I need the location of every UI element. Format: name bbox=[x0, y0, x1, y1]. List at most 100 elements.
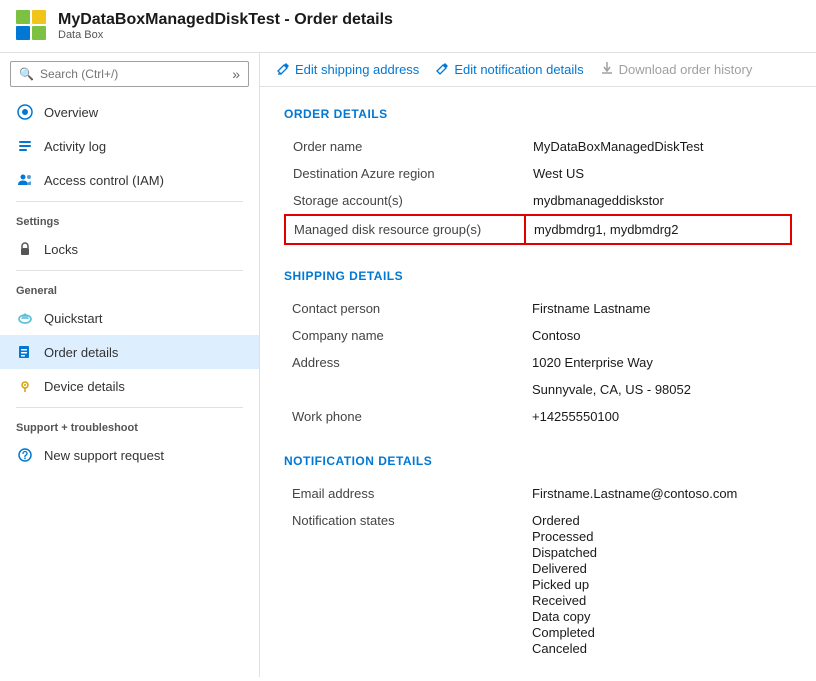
edit-notification-icon bbox=[435, 61, 449, 78]
app-icon bbox=[16, 10, 48, 42]
field-value: MyDataBoxManagedDiskTest bbox=[525, 133, 791, 160]
order-details-table: Order name MyDataBoxManagedDiskTest Dest… bbox=[284, 133, 792, 245]
sidebar-item-access-control[interactable]: Access control (IAM) bbox=[0, 163, 259, 197]
toolbar: Edit shipping address Edit notification … bbox=[260, 53, 816, 87]
order-details-icon bbox=[16, 343, 34, 361]
field-label: Managed disk resource group(s) bbox=[285, 215, 525, 244]
field-label: Company name bbox=[284, 322, 524, 349]
sidebar-item-label-access-control: Access control (IAM) bbox=[44, 173, 164, 188]
overview-icon bbox=[16, 103, 34, 121]
field-label: Address bbox=[284, 349, 524, 376]
sidebar-divider-2 bbox=[16, 270, 243, 271]
edit-notification-button[interactable]: Edit notification details bbox=[435, 61, 583, 78]
lock-icon bbox=[16, 240, 34, 258]
section-label-support: Support + troubleshoot bbox=[0, 412, 259, 438]
shipping-details-table: Contact person Firstname Lastname Compan… bbox=[284, 295, 792, 430]
edit-notification-label: Edit notification details bbox=[454, 62, 583, 77]
field-label: Destination Azure region bbox=[285, 160, 525, 187]
download-history-label: Download order history bbox=[619, 62, 753, 77]
notification-details-section-title: NOTIFICATION DETAILS bbox=[284, 454, 792, 468]
field-value: Contoso bbox=[524, 322, 792, 349]
header-title-block: MyDataBoxManagedDiskTest - Order details… bbox=[58, 11, 393, 41]
table-row: Notification states OrderedProcessedDisp… bbox=[284, 507, 792, 662]
section-label-settings: Settings bbox=[0, 206, 259, 232]
notification-state-item: Received bbox=[532, 593, 784, 608]
page-title: MyDataBoxManagedDiskTest - Order details bbox=[58, 11, 393, 29]
page-subtitle: Data Box bbox=[58, 29, 393, 41]
sidebar-item-overview[interactable]: Overview bbox=[0, 95, 259, 129]
field-label: Contact person bbox=[284, 295, 524, 322]
table-row: Contact person Firstname Lastname bbox=[284, 295, 792, 322]
field-label bbox=[284, 376, 524, 403]
field-value: OrderedProcessedDispatchedDeliveredPicke… bbox=[524, 507, 792, 662]
sidebar-item-label-device-details: Device details bbox=[44, 379, 125, 394]
table-row: Email address Firstname.Lastname@contoso… bbox=[284, 480, 792, 507]
collapse-icon[interactable]: » bbox=[232, 66, 240, 82]
edit-shipping-icon bbox=[276, 61, 290, 78]
highlighted-table-row: Managed disk resource group(s) mydbmdrg1… bbox=[285, 215, 791, 244]
field-value: Firstname Lastname bbox=[524, 295, 792, 322]
sidebar-divider-3 bbox=[16, 407, 243, 408]
notification-state-item: Canceled bbox=[532, 641, 784, 656]
quickstart-icon bbox=[16, 309, 34, 327]
notification-states-list: OrderedProcessedDispatchedDeliveredPicke… bbox=[532, 513, 784, 656]
section-label-general: General bbox=[0, 275, 259, 301]
search-icon: 🔍 bbox=[19, 67, 34, 81]
people-icon bbox=[16, 171, 34, 189]
sidebar-item-label-activity-log: Activity log bbox=[44, 139, 106, 154]
table-row: Sunnyvale, CA, US - 98052 bbox=[284, 376, 792, 403]
device-details-icon bbox=[16, 377, 34, 395]
field-label: Notification states bbox=[284, 507, 524, 662]
top-header: MyDataBoxManagedDiskTest - Order details… bbox=[0, 0, 816, 53]
field-value: West US bbox=[525, 160, 791, 187]
table-row: Address 1020 Enterprise Way bbox=[284, 349, 792, 376]
field-label: Work phone bbox=[284, 403, 524, 430]
table-row: Destination Azure region West US bbox=[285, 160, 791, 187]
notification-state-item: Delivered bbox=[532, 561, 784, 576]
field-label: Order name bbox=[285, 133, 525, 160]
sidebar-item-label-locks: Locks bbox=[44, 242, 78, 257]
field-label: Storage account(s) bbox=[285, 187, 525, 215]
notification-state-item: Processed bbox=[532, 529, 784, 544]
sidebar-item-new-support[interactable]: New support request bbox=[0, 438, 259, 472]
table-row: Company name Contoso bbox=[284, 322, 792, 349]
download-icon bbox=[600, 61, 614, 78]
sidebar-item-device-details[interactable]: Device details bbox=[0, 369, 259, 403]
table-row: Storage account(s) mydbmanageddiskstor bbox=[285, 187, 791, 215]
notification-state-item: Data copy bbox=[532, 609, 784, 624]
field-value: mydbmdrg1, mydbmdrg2 bbox=[525, 215, 791, 244]
notification-state-item: Picked up bbox=[532, 577, 784, 592]
edit-shipping-button[interactable]: Edit shipping address bbox=[276, 61, 419, 78]
field-value: Firstname.Lastname@contoso.com bbox=[524, 480, 792, 507]
field-value: Sunnyvale, CA, US - 98052 bbox=[524, 376, 792, 403]
sidebar-item-order-details[interactable]: Order details bbox=[0, 335, 259, 369]
notification-details-table: Email address Firstname.Lastname@contoso… bbox=[284, 480, 792, 662]
shipping-details-section-title: SHIPPING DETAILS bbox=[284, 269, 792, 283]
activity-log-icon bbox=[16, 137, 34, 155]
sidebar-item-label-order-details: Order details bbox=[44, 345, 118, 360]
search-input[interactable] bbox=[40, 67, 232, 81]
content-body: ORDER DETAILS Order name MyDataBoxManage… bbox=[260, 87, 816, 677]
notification-state-item: Dispatched bbox=[532, 545, 784, 560]
order-details-section-title: ORDER DETAILS bbox=[284, 107, 792, 121]
sidebar-item-label-new-support: New support request bbox=[44, 448, 164, 463]
sidebar-item-activity-log[interactable]: Activity log bbox=[0, 129, 259, 163]
sidebar-divider-1 bbox=[16, 201, 243, 202]
field-value: +14255550100 bbox=[524, 403, 792, 430]
sidebar-item-label-quickstart: Quickstart bbox=[44, 311, 103, 326]
notification-state-item: Ordered bbox=[532, 513, 784, 528]
search-bar[interactable]: 🔍 » bbox=[10, 61, 249, 87]
sidebar-item-label-overview: Overview bbox=[44, 105, 98, 120]
sidebar: 🔍 » Overview Activity log Access control… bbox=[0, 53, 260, 677]
sidebar-item-locks[interactable]: Locks bbox=[0, 232, 259, 266]
field-label: Email address bbox=[284, 480, 524, 507]
table-row: Work phone +14255550100 bbox=[284, 403, 792, 430]
support-icon bbox=[16, 446, 34, 464]
field-value: 1020 Enterprise Way bbox=[524, 349, 792, 376]
main-content: Edit shipping address Edit notification … bbox=[260, 53, 816, 677]
field-value: mydbmanageddiskstor bbox=[525, 187, 791, 215]
download-history-button[interactable]: Download order history bbox=[600, 61, 753, 78]
notification-state-item: Completed bbox=[532, 625, 784, 640]
edit-shipping-label: Edit shipping address bbox=[295, 62, 419, 77]
sidebar-item-quickstart[interactable]: Quickstart bbox=[0, 301, 259, 335]
